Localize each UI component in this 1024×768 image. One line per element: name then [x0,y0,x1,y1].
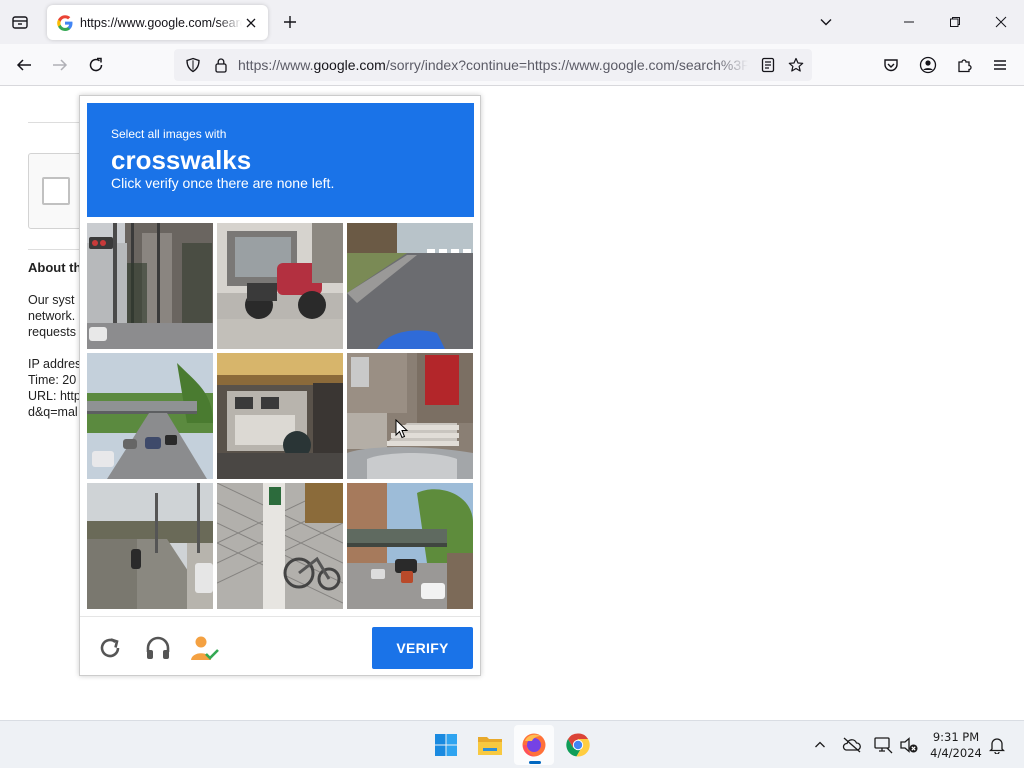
shield-icon[interactable] [182,54,204,76]
body-line-1: Our syst [28,293,75,307]
account-icon[interactable] [913,50,943,80]
active-app-indicator [529,761,541,764]
forward-icon[interactable] [45,50,75,80]
reload-challenge-icon[interactable] [95,633,125,663]
image-tile-motorcycle-garage[interactable] [217,223,343,349]
url-text: https://www.google.com/sorry/index?conti… [238,57,748,73]
network-icon[interactable] [871,733,895,757]
restore-icon[interactable] [933,0,977,44]
ip-address-line: IP addres [28,357,82,371]
chrome-icon[interactable] [558,725,598,765]
body-line-3: requests [28,325,76,339]
image-tile-street-traffic-light[interactable] [87,223,213,349]
image-tile-road-crosswalk[interactable] [347,223,473,349]
new-tab-icon[interactable] [276,8,304,36]
recaptcha-challenge: Select all images with crosswalks Click … [79,95,481,676]
tab-list-icon[interactable] [6,8,34,36]
recaptcha-checkbox[interactable] [42,177,70,205]
challenge-subtext: Click verify once there are none left. [111,175,335,191]
mouse-cursor-icon [395,418,409,444]
reader-view-icon[interactable] [757,54,779,76]
close-tab-icon[interactable] [242,14,260,32]
challenge-instruction: Select all images with [111,127,227,141]
address-bar[interactable]: https://www.google.com/sorry/index?conti… [174,49,812,81]
file-explorer-icon[interactable] [470,725,510,765]
taskbar: 9:31 PM 4/4/2024 [0,720,1024,768]
minimize-icon[interactable] [887,0,931,44]
image-tile-street-bridge[interactable] [347,483,473,609]
back-icon[interactable] [9,50,39,80]
image-tile-road-motorcyclist[interactable] [87,483,213,609]
onedrive-offline-icon[interactable] [840,733,864,757]
verified-user-icon[interactable] [190,633,220,663]
challenge-header: Select all images with crosswalks Click … [87,103,474,217]
navigation-toolbar: https://www.google.com/sorry/index?conti… [0,44,1024,86]
body-line-2: network. [28,309,76,323]
url-line: URL: http [28,389,81,403]
audio-challenge-icon[interactable] [143,633,173,663]
time-line: Time: 20 [28,373,77,387]
about-heading: About th [28,260,82,275]
show-hidden-icons-chevron-icon[interactable] [808,733,832,757]
image-tile-storefront[interactable] [217,353,343,479]
google-g-icon [57,14,73,31]
query-line: d&q=mal [28,405,78,419]
firefox-icon[interactable] [514,725,554,765]
bookmark-star-icon[interactable] [785,54,807,76]
close-window-icon[interactable] [979,0,1023,44]
challenge-target: crosswalks [111,145,252,175]
image-tile-pole-bicycle[interactable] [217,483,343,609]
system-clock[interactable]: 9:31 PM 4/4/2024 [920,729,992,761]
image-grid [87,223,474,610]
image-tile-steps-red-door[interactable] [347,353,473,479]
pocket-icon[interactable] [876,50,906,80]
windows-start-icon[interactable] [426,725,466,765]
challenge-footer: VERIFY [80,616,480,675]
clock-date: 4/4/2024 [930,746,982,760]
extensions-icon[interactable] [949,50,979,80]
browser-tab[interactable]: https://www.google.com/search?q= [47,5,268,40]
verify-button[interactable]: VERIFY [372,627,473,669]
clock-time: 9:31 PM [932,730,980,744]
tab-title: https://www.google.com/search?q= [80,15,242,30]
lock-icon[interactable] [210,54,232,76]
menu-icon[interactable] [985,50,1015,80]
tab-strip: https://www.google.com/search?q= [0,0,1024,44]
list-all-tabs-icon[interactable] [804,0,848,44]
reload-icon[interactable] [81,50,111,80]
notification-bell-icon[interactable] [985,733,1009,757]
image-tile-highway-overpass[interactable] [87,353,213,479]
volume-muted-icon[interactable] [897,733,921,757]
